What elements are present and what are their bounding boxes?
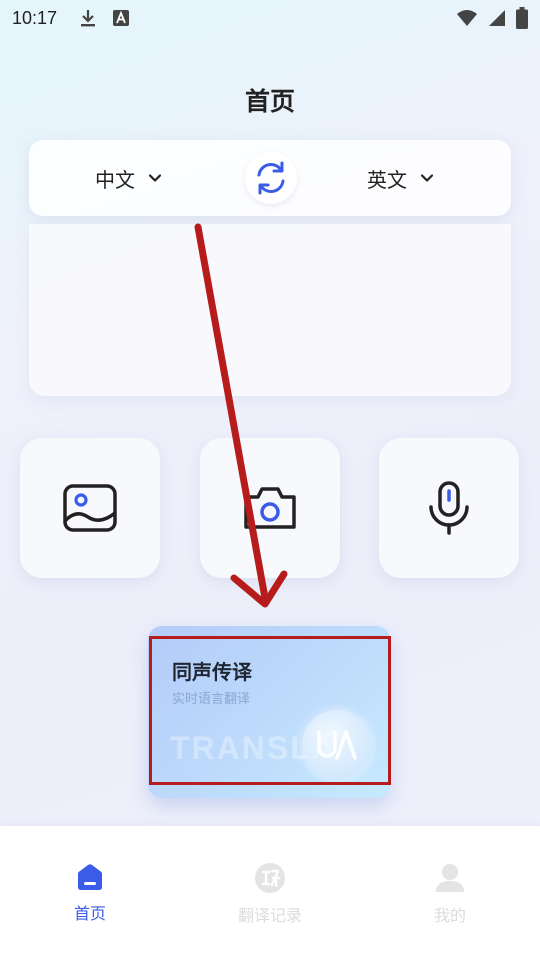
microphone-icon	[429, 481, 469, 535]
battery-icon	[516, 7, 528, 29]
nav-item-translation-records[interactable]: 翻译记录	[180, 826, 360, 960]
swap-languages-button[interactable]	[245, 152, 297, 204]
download-icon	[81, 10, 96, 27]
a-notification-icon	[113, 10, 130, 26]
card-title: 同声传译	[172, 660, 252, 684]
voice-translate-button[interactable]	[379, 438, 519, 578]
status-time: 10:17	[12, 7, 58, 28]
signal-icon	[489, 10, 505, 26]
simultaneous-interpretation-card[interactable]: 同声传译 实时语言翻译 TRANSLA	[148, 626, 390, 798]
image-translate-button[interactable]	[20, 438, 160, 578]
image-icon	[63, 484, 117, 532]
wifi-icon	[457, 10, 477, 26]
card-subtitle: 实时语言翻译	[172, 692, 251, 707]
camera-translate-button[interactable]	[200, 438, 340, 578]
nav-item-home[interactable]: 首页	[0, 826, 180, 960]
status-bar: 10:17	[0, 0, 540, 36]
chevron-down-icon	[420, 174, 434, 182]
nav-label-records: 翻译记录	[237, 906, 302, 925]
page-title: 首页	[244, 87, 295, 116]
camera-icon	[244, 487, 296, 529]
user-icon	[436, 864, 464, 892]
text-input-area[interactable]	[29, 224, 511, 396]
source-language-selector[interactable]: 中文	[95, 140, 163, 216]
home-icon	[78, 864, 102, 890]
language-bar: 中文 英文	[29, 140, 511, 216]
target-language-label: 英文	[367, 167, 407, 192]
nav-item-mine[interactable]: 我的	[360, 826, 540, 960]
translate-record-icon	[255, 863, 285, 893]
target-language-selector[interactable]: 英文	[367, 140, 435, 216]
swap-icon	[257, 161, 285, 195]
chevron-down-icon	[148, 174, 162, 182]
interpretation-orb-icon	[302, 710, 372, 780]
source-language-label: 中文	[95, 167, 135, 192]
nav-label-mine: 我的	[433, 906, 466, 925]
nav-label-home: 首页	[73, 904, 106, 923]
bottom-nav: 首页 翻译记录 我的	[0, 826, 540, 960]
